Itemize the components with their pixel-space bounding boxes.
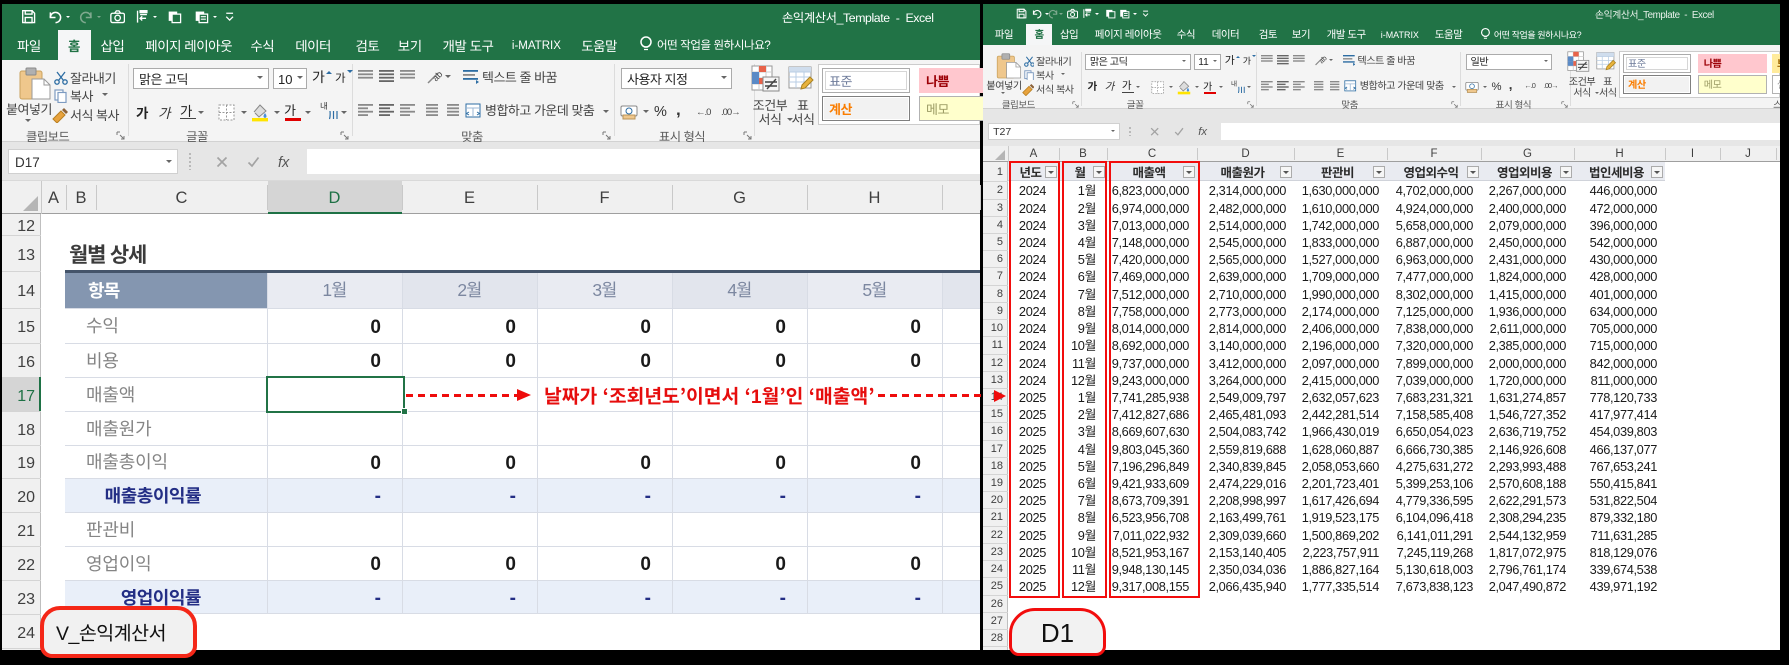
svg-text:ab: ab [429,69,444,84]
svg-text:ab: ab [1317,54,1328,66]
